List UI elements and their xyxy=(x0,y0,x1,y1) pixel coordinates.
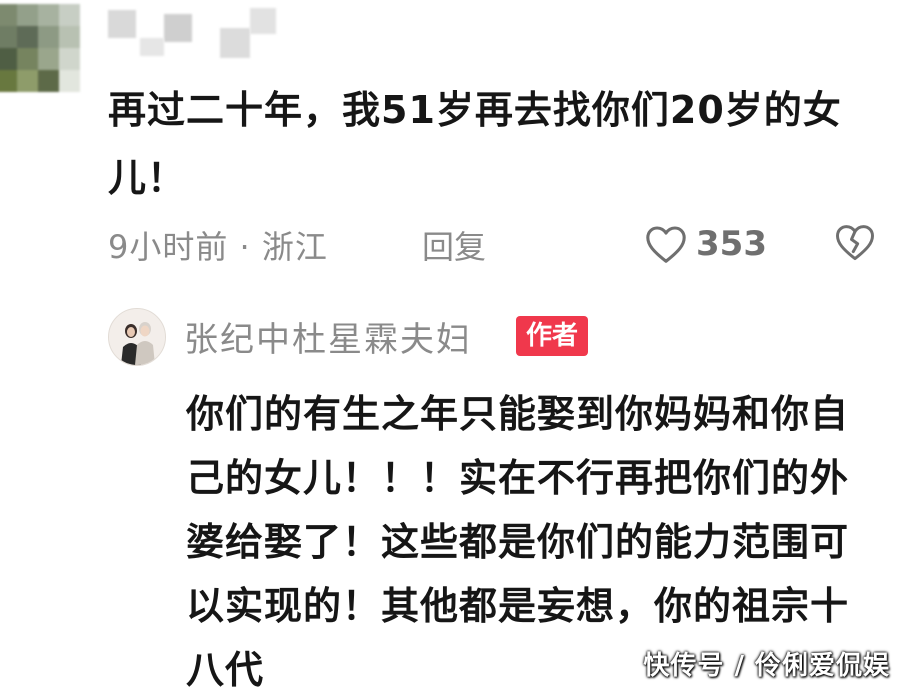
commenter-avatar[interactable] xyxy=(0,4,80,92)
couple-photo-icon xyxy=(109,309,165,365)
source-watermark: 快传号 / 伶俐爱侃娱 xyxy=(643,651,890,681)
comment-text: 再过二十年，我51岁再去找你们20岁的女儿！ xyxy=(108,88,842,200)
reply-button[interactable]: 回复 xyxy=(422,222,486,268)
comment-meta-row: 9小时前 · 浙江 回复 353 xyxy=(108,220,878,270)
comment-thread: 再过二十年，我51岁再去找你们20岁的女儿！ 9小时前 · 浙江 回复 353 … xyxy=(0,0,902,688)
reply-text: 你们的有生之年只能娶到你妈妈和你自己的女儿！！！实在不行再把你们的外婆给娶了！这… xyxy=(186,392,850,688)
heart-outline-icon xyxy=(646,226,686,263)
author-avatar[interactable] xyxy=(108,308,166,366)
author-name[interactable]: 张纪中杜星霖夫妇 xyxy=(184,312,472,361)
like-count: 353 xyxy=(696,224,767,264)
broken-heart-icon[interactable] xyxy=(834,222,876,262)
author-badge: 作者 xyxy=(516,316,589,356)
like-button[interactable]: 353 xyxy=(644,220,767,268)
comment-time-location: 9小时前 · 浙江 xyxy=(108,228,328,266)
commenter-name-blurred xyxy=(100,8,280,58)
